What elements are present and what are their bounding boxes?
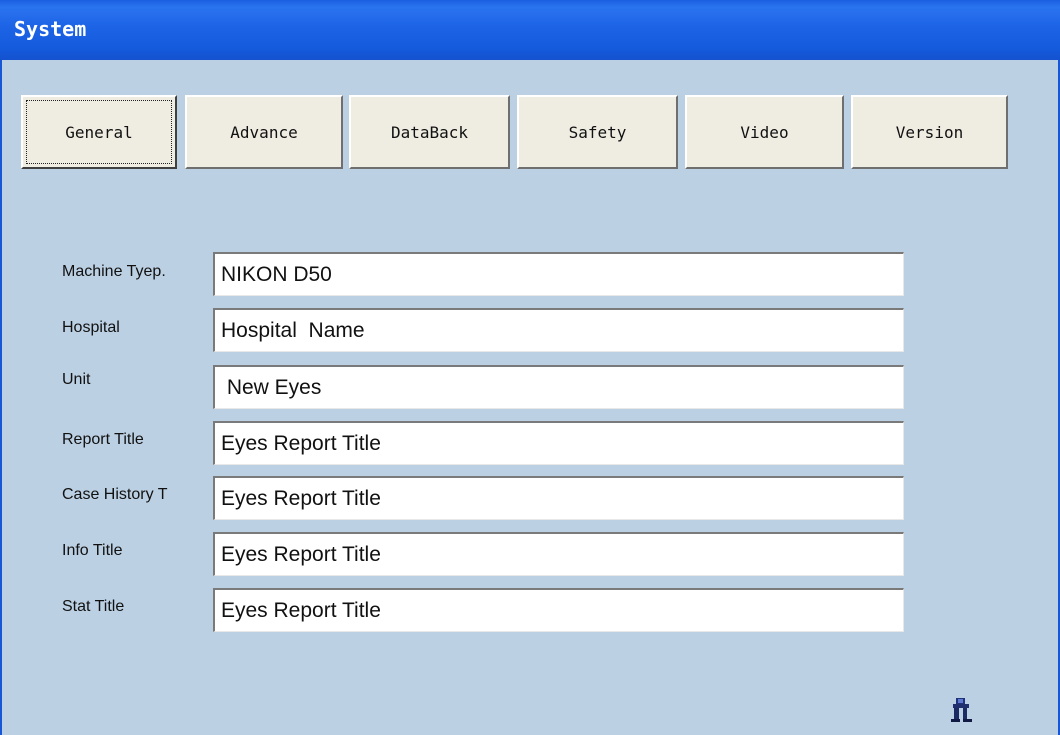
system-window: System General Advance DataBack Safety V…: [0, 0, 1060, 735]
report-title-field[interactable]: [213, 421, 904, 465]
tab-databack[interactable]: DataBack: [349, 95, 510, 169]
machine-type-label: Machine Tyep.: [62, 263, 166, 280]
tab-general-label: General: [65, 122, 133, 142]
title-bar[interactable]: System: [0, 0, 1060, 60]
tab-advance[interactable]: Advance: [185, 95, 343, 169]
machine-type-field[interactable]: [213, 252, 904, 296]
report-title-label: Report Title: [62, 431, 144, 448]
tab-databack-label: DataBack: [390, 122, 469, 142]
tab-video-label: Video: [740, 122, 789, 142]
stat-title-field[interactable]: [213, 588, 904, 632]
hospital-field[interactable]: [213, 308, 904, 352]
info-title-field[interactable]: [213, 532, 904, 576]
exit-door-icon[interactable]: [950, 697, 974, 723]
unit-label: Unit: [62, 371, 91, 388]
case-history-title-label: Case History T: [62, 486, 168, 503]
info-title-label: Info Title: [62, 542, 123, 559]
tab-version-label: Version: [895, 122, 964, 142]
tab-safety[interactable]: Safety: [517, 95, 678, 169]
case-history-title-field[interactable]: [213, 476, 904, 520]
tab-advance-label: Advance: [230, 122, 298, 142]
window-title: System: [14, 17, 87, 41]
tab-general[interactable]: General: [21, 95, 177, 169]
tab-video[interactable]: Video: [685, 95, 844, 169]
hospital-label: Hospital: [62, 319, 120, 336]
tab-safety-label: Safety: [568, 122, 627, 142]
unit-field[interactable]: [213, 365, 904, 409]
tab-version[interactable]: Version: [851, 95, 1008, 169]
stat-title-label: Stat Title: [62, 598, 125, 615]
